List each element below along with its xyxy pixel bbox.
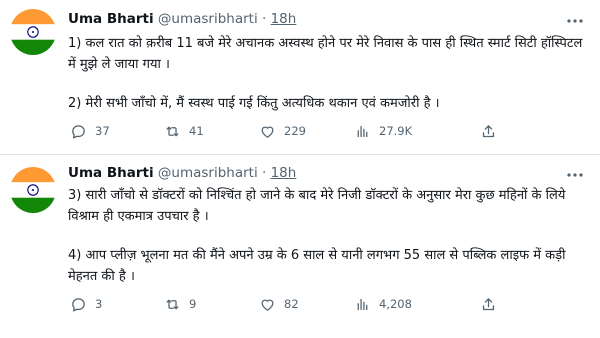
views-icon [357, 125, 368, 137]
reply-count: 37 [95, 124, 110, 138]
tweet-header: Uma Bharti @umasribharti · 18h [68, 165, 296, 181]
tweet-actions: 3 9 82 4,208 [68, 294, 508, 314]
share-button[interactable] [480, 121, 505, 141]
retweet-icon [166, 299, 179, 309]
tweet-paragraph-1: 1) कल रात को क़रीब 11 बजे मेरे अचानक अस्… [68, 36, 583, 72]
retweet-icon [166, 126, 179, 136]
share-icon [482, 297, 495, 310]
share-icon [482, 124, 495, 137]
tweet-actions: 37 41 229 27.9K [68, 121, 508, 141]
reply-count: 3 [95, 297, 103, 311]
tweet-text: 1) कल रात को क़रीब 11 बजे मेरे अचानक अस्… [68, 33, 588, 114]
tweet-paragraph-2: 2) मेरी सभी जाँचो में, मैं स्वस्थ पाई गई… [68, 96, 440, 111]
reply-icon [72, 297, 85, 312]
tweet-2[interactable]: Uma Bharti @umasribharti · 18h 3) सारी ज… [0, 155, 600, 338]
author-handle[interactable]: @umasribharti [158, 165, 258, 181]
heart-icon [261, 299, 274, 311]
views-button[interactable]: 4,208 [354, 294, 412, 314]
share-button[interactable] [480, 294, 505, 314]
author-name[interactable]: Uma Bharti [68, 11, 154, 27]
tweet-text: 3) सारी जाँचो से डॉक्टरों को निश्चिंत हो… [68, 185, 588, 287]
retweet-count: 9 [189, 297, 197, 311]
reply-button[interactable]: 3 [70, 294, 102, 314]
retweet-button[interactable]: 41 [164, 121, 204, 141]
tweet-header: Uma Bharti @umasribharti · 18h [68, 11, 296, 27]
more-icon[interactable] [564, 13, 586, 27]
like-count: 82 [284, 297, 299, 311]
retweet-button[interactable]: 9 [164, 294, 196, 314]
author-name[interactable]: Uma Bharti [68, 165, 154, 181]
tweet-time[interactable]: 18h [271, 165, 297, 181]
more-icon[interactable] [564, 167, 586, 181]
views-count: 27.9K [379, 124, 413, 138]
reply-icon [72, 124, 85, 139]
tweet-paragraph-4: 4) आप प्लीज़ भूलना मत की मैंने अपने उम्र… [68, 248, 566, 284]
author-handle[interactable]: @umasribharti [158, 11, 258, 27]
india-flag-avatar-icon [10, 9, 56, 55]
heart-icon [261, 126, 274, 138]
like-button[interactable]: 82 [259, 294, 299, 314]
tweet-paragraph-3: 3) सारी जाँचो से डॉक्टरों को निश्चिंत हो… [68, 188, 566, 224]
separator: · [262, 165, 267, 181]
like-count: 229 [284, 124, 306, 138]
avatar[interactable] [10, 167, 56, 213]
avatar[interactable] [10, 9, 56, 55]
retweet-count: 41 [189, 124, 204, 138]
views-count: 4,208 [379, 297, 412, 311]
tweet-1[interactable]: Uma Bharti @umasribharti · 18h 1) कल रात… [0, 0, 600, 155]
tweet-time[interactable]: 18h [271, 11, 297, 27]
views-button[interactable]: 27.9K [354, 121, 412, 141]
views-icon [357, 298, 368, 310]
india-flag-avatar-icon [10, 167, 56, 213]
separator: · [262, 11, 267, 27]
like-button[interactable]: 229 [259, 121, 306, 141]
reply-button[interactable]: 37 [70, 121, 110, 141]
